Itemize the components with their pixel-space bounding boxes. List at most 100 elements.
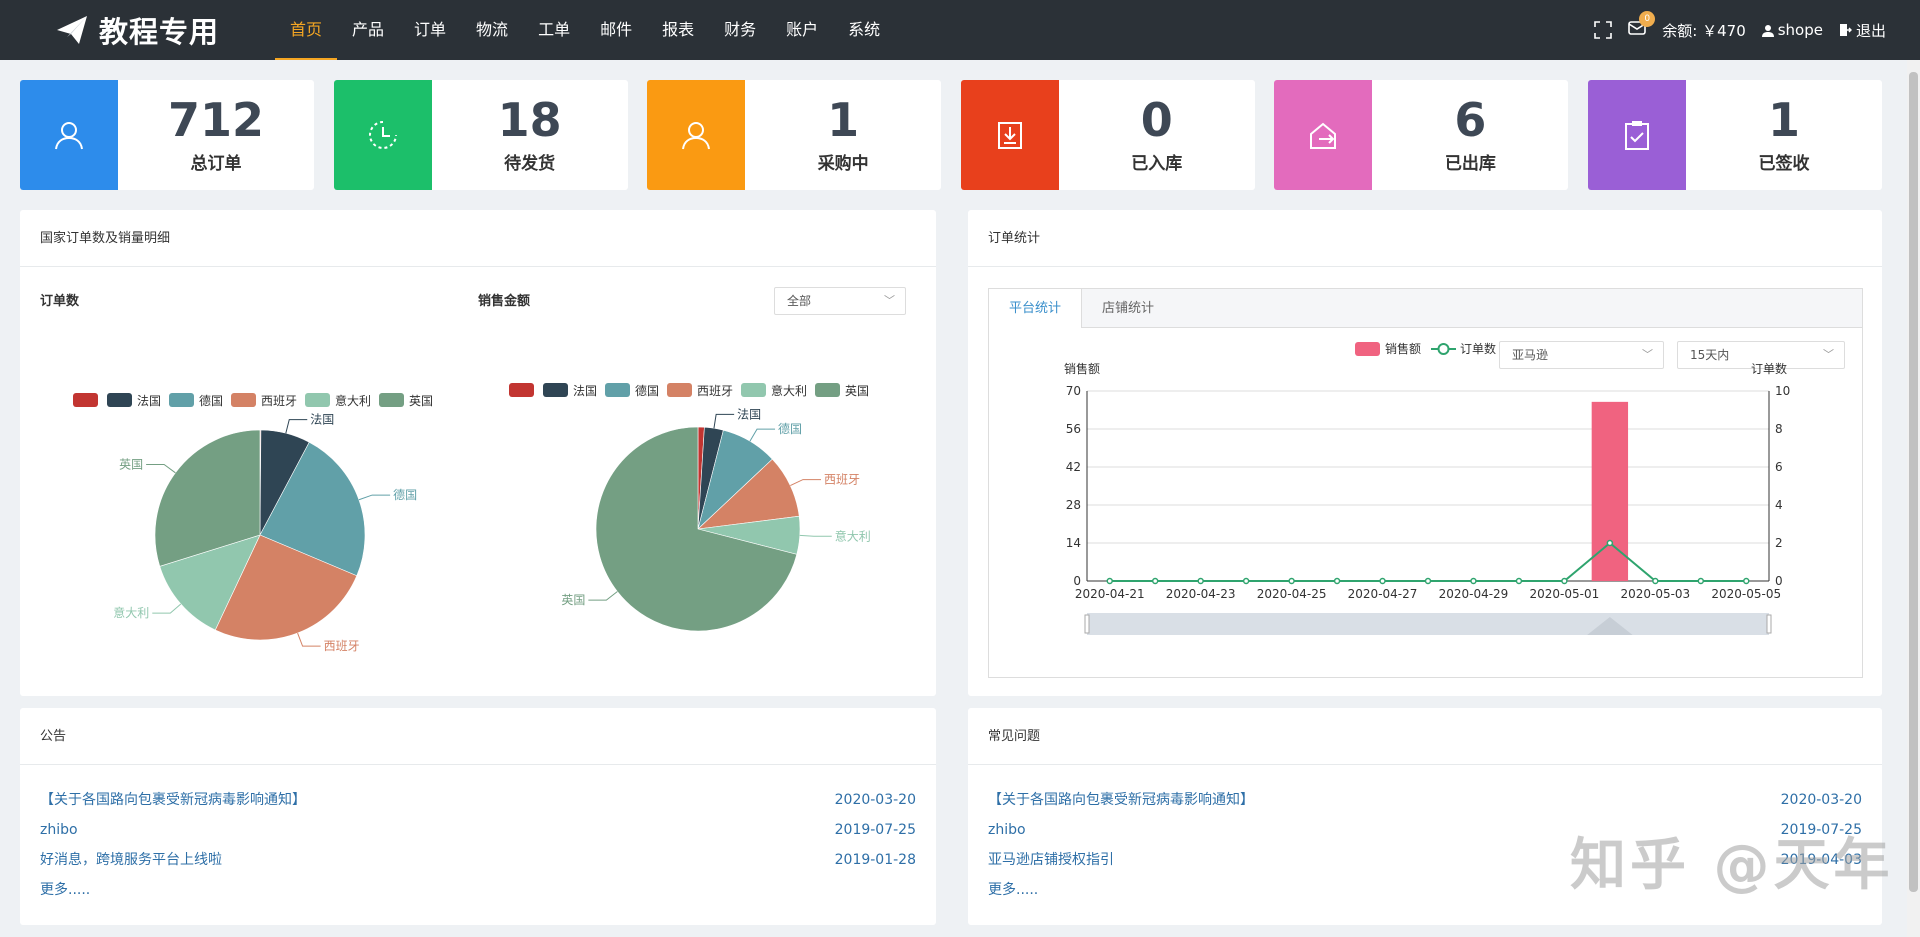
nav-item[interactable]: 工单	[523, 0, 585, 60]
stat-card[interactable]: 712 总订单	[20, 80, 314, 190]
line-point[interactable]	[1333, 577, 1341, 585]
user-menu[interactable]: shope	[1761, 21, 1823, 39]
stat-card[interactable]: 0 已入库	[960, 80, 1255, 190]
stat-body: 6 已出库	[1372, 80, 1568, 190]
list-item-title[interactable]: 【关于各国路向包裹受新冠病毒影响通知】	[40, 785, 306, 815]
notice-list: 【关于各国路向包裹受新冠病毒影响通知】 2020-03-20 zhibo 2019-0…	[20, 765, 936, 925]
line-point[interactable]	[1561, 577, 1568, 585]
pie-slice-label: 西班牙	[824, 473, 860, 487]
x-tick-label: 2020-04-21	[1075, 587, 1145, 601]
legend-item[interactable]	[73, 393, 98, 407]
legend-label: 意大利	[335, 393, 371, 408]
legend-item[interactable]	[509, 383, 534, 397]
legend-item[interactable]: 意大利	[741, 383, 807, 398]
legend-item[interactable]: 西班牙	[667, 383, 733, 398]
page-scrollbar[interactable]	[1907, 60, 1920, 937]
nav-item[interactable]: 报表	[647, 0, 709, 60]
more-link[interactable]: 更多.....	[40, 875, 916, 905]
legend-label: 订单数	[1460, 341, 1496, 356]
stat-card[interactable]: 1 采购中	[647, 80, 942, 190]
legend-marker	[1437, 343, 1450, 355]
fullscreen-icon[interactable]	[1594, 21, 1613, 39]
y-axis-right-title: 订单数	[1751, 361, 1787, 376]
nav-item[interactable]: 产品	[337, 0, 399, 60]
line-point[interactable]	[1515, 577, 1523, 585]
list-item[interactable]: 【关于各国路向包裹受新冠病毒影响通知】 2020-03-20	[40, 785, 916, 815]
datazoom-slider[interactable]	[1087, 613, 1769, 635]
nav-item[interactable]: 订单	[399, 0, 461, 60]
legend-item[interactable]: 法国	[543, 383, 597, 398]
pie-slice-label: 意大利	[835, 528, 871, 543]
scrollbar-thumb[interactable]	[1909, 72, 1918, 892]
line-point[interactable]	[1424, 577, 1432, 585]
line-point[interactable]	[1606, 539, 1614, 547]
stat-card[interactable]: 1 已签收	[1588, 80, 1882, 190]
x-tick-label: 2020-05-05	[1711, 587, 1781, 601]
line-point[interactable]	[1470, 577, 1477, 585]
x-tick-label: 2020-04-29	[1439, 587, 1509, 601]
legend-item[interactable]: 法国	[107, 393, 161, 408]
list-item-title[interactable]: zhibo	[988, 815, 1026, 845]
panel-title: 公告	[20, 708, 936, 765]
logout-button[interactable]: 退出	[1839, 20, 1886, 41]
nav-item[interactable]: 邮件	[585, 0, 647, 60]
line-point[interactable]	[1743, 577, 1750, 585]
nav-item[interactable]: 系统	[833, 0, 895, 60]
line-point[interactable]	[1106, 577, 1113, 585]
line-point[interactable]	[1652, 577, 1659, 585]
legend-item[interactable]: 德国	[169, 393, 223, 408]
list-item[interactable]: zhibo 2019-07-25	[40, 815, 916, 845]
stat-card[interactable]: 6 已出库	[1274, 80, 1569, 190]
nav-item[interactable]: 账户	[771, 0, 833, 60]
list-item[interactable]: 【关于各国路向包裹受新冠病毒影响通知】 2020-03-20	[988, 785, 1862, 815]
list-item[interactable]: 好消息，跨境服务平台上线啦 2019-01-28	[40, 845, 916, 875]
nav-item[interactable]: 首页	[275, 0, 338, 60]
line-point[interactable]	[1197, 577, 1204, 585]
x-tick-label: 2020-05-01	[1530, 587, 1600, 601]
list-item-title[interactable]: 亚马逊店铺授权指引	[988, 845, 1114, 875]
nav-item[interactable]: 财务	[709, 0, 771, 60]
y-tick-right: 0	[1775, 574, 1783, 588]
stat-body: 1 采购中	[745, 80, 941, 190]
stat-card[interactable]: 18 待发货	[333, 80, 628, 190]
pie-slice-label: 英国	[119, 458, 143, 472]
logo[interactable]: 教程专用	[55, 10, 219, 50]
more-link-label[interactable]: 更多.....	[40, 875, 90, 905]
line-point[interactable]	[1288, 577, 1295, 585]
line-point[interactable]	[1242, 577, 1250, 585]
pie-slice-label: 西班牙	[324, 639, 360, 653]
pie-slice-label: 意大利	[113, 605, 149, 620]
legend-item-orders[interactable]: 订单数	[1431, 341, 1496, 356]
legend-swatch	[543, 383, 568, 397]
legend-label: 法国	[137, 394, 161, 408]
legend-swatch	[741, 383, 766, 397]
nav-item[interactable]: 物流	[461, 0, 523, 60]
list-item-title[interactable]: zhibo	[40, 815, 78, 845]
pie-label-line	[588, 591, 618, 601]
list-item-title[interactable]: 【关于各国路向包裹受新冠病毒影响通知】	[988, 785, 1254, 815]
legend-item[interactable]: 德国	[605, 383, 659, 398]
tab-store[interactable]: 店铺统计	[1082, 289, 1174, 327]
line-point[interactable]	[1379, 577, 1386, 585]
legend-item[interactable]: 英国	[815, 383, 869, 398]
legend-swatch	[379, 393, 404, 407]
stat-label: 已签收	[1758, 154, 1810, 174]
line-point[interactable]	[1697, 577, 1705, 585]
list-item-title[interactable]: 好消息，跨境服务平台上线啦	[40, 845, 222, 875]
line-point[interactable]	[1151, 577, 1159, 585]
legend-item[interactable]: 英国	[379, 393, 433, 408]
legend-swatch	[305, 393, 330, 407]
pie-slice-label: 德国	[393, 487, 417, 502]
more-link-label[interactable]: 更多.....	[988, 875, 1038, 905]
legend-item[interactable]: 意大利	[305, 393, 371, 408]
main-nav: 首页 产品 订单 物流 工单 邮件 报表 财务 账户 系统	[275, 0, 895, 60]
tab-platform[interactable]: 平台统计	[989, 289, 1083, 328]
legend-item-sales[interactable]: 销售额	[1355, 341, 1421, 356]
datazoom-handle-right[interactable]	[1766, 614, 1772, 634]
legend-item[interactable]: 西班牙	[231, 393, 297, 408]
datazoom-handle-left[interactable]	[1084, 614, 1090, 634]
export-house-icon	[1310, 122, 1337, 149]
panel-title: 国家订单数及销量明细	[20, 210, 936, 267]
stat-icon-box	[647, 80, 746, 190]
mail-button[interactable]: 0	[1628, 11, 1656, 40]
